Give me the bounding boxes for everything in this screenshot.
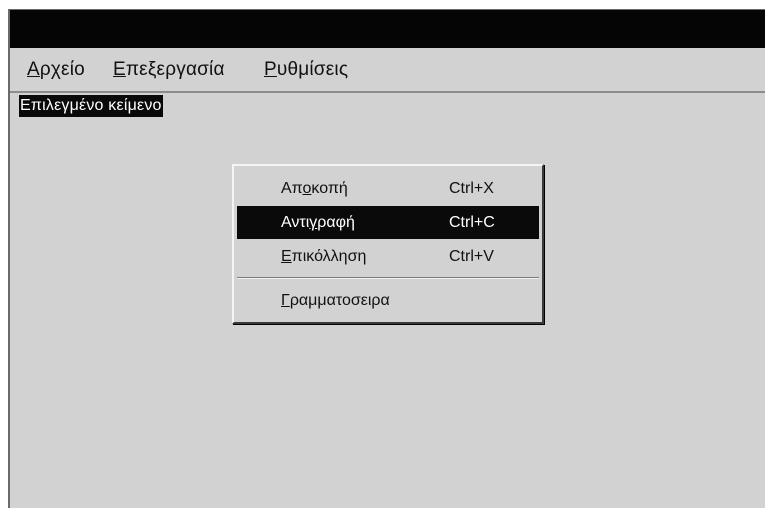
context-item-label: Αποκοπή: [281, 180, 348, 197]
context-item-cut[interactable]: Αποκοπή Ctrl+X: [237, 172, 539, 205]
context-item-shortcut: Ctrl+V: [449, 248, 494, 265]
context-item-label: Αντιγραφή: [281, 214, 355, 231]
title-bar[interactable]: [10, 10, 765, 48]
context-menu: Αποκοπή Ctrl+X Αντιγραφή Ctrl+C Επικόλλη…: [232, 164, 544, 324]
menu-edit-label: πεξεργασία: [125, 59, 225, 80]
context-item-font[interactable]: Γραμματοσειρα: [237, 284, 539, 317]
menu-settings[interactable]: Ρυθμίσεις: [264, 59, 348, 81]
context-item-shortcut: Ctrl+C: [449, 214, 495, 231]
selected-text[interactable]: Επιλεγμένο κείμενο: [19, 95, 163, 117]
context-item-paste[interactable]: Επικόλληση Ctrl+V: [237, 240, 539, 273]
application-window: Αρχείο Επεξεργασία Ρυθμίσεις Επιλεγμένο …: [8, 9, 765, 508]
menu-settings-label: υθμίσεις: [276, 59, 349, 80]
menu-bar: Αρχείο Επεξεργασία Ρυθμίσεις: [10, 48, 765, 93]
context-item-label: Επικόλληση: [281, 248, 367, 265]
context-item-shortcut: Ctrl+X: [449, 180, 494, 197]
context-item-label: Γραμματοσειρα: [281, 292, 390, 309]
menu-file-label: ρχείο: [39, 59, 85, 80]
menu-file-mnemonic: Α: [27, 59, 40, 80]
menu-edit[interactable]: Επεξεργασία: [113, 59, 225, 81]
context-menu-separator: [237, 277, 539, 279]
menu-edit-mnemonic: Ε: [113, 59, 126, 80]
menu-file[interactable]: Αρχείο: [27, 59, 85, 81]
context-item-copy[interactable]: Αντιγραφή Ctrl+C: [237, 206, 539, 239]
menu-settings-mnemonic: Ρ: [264, 59, 277, 80]
